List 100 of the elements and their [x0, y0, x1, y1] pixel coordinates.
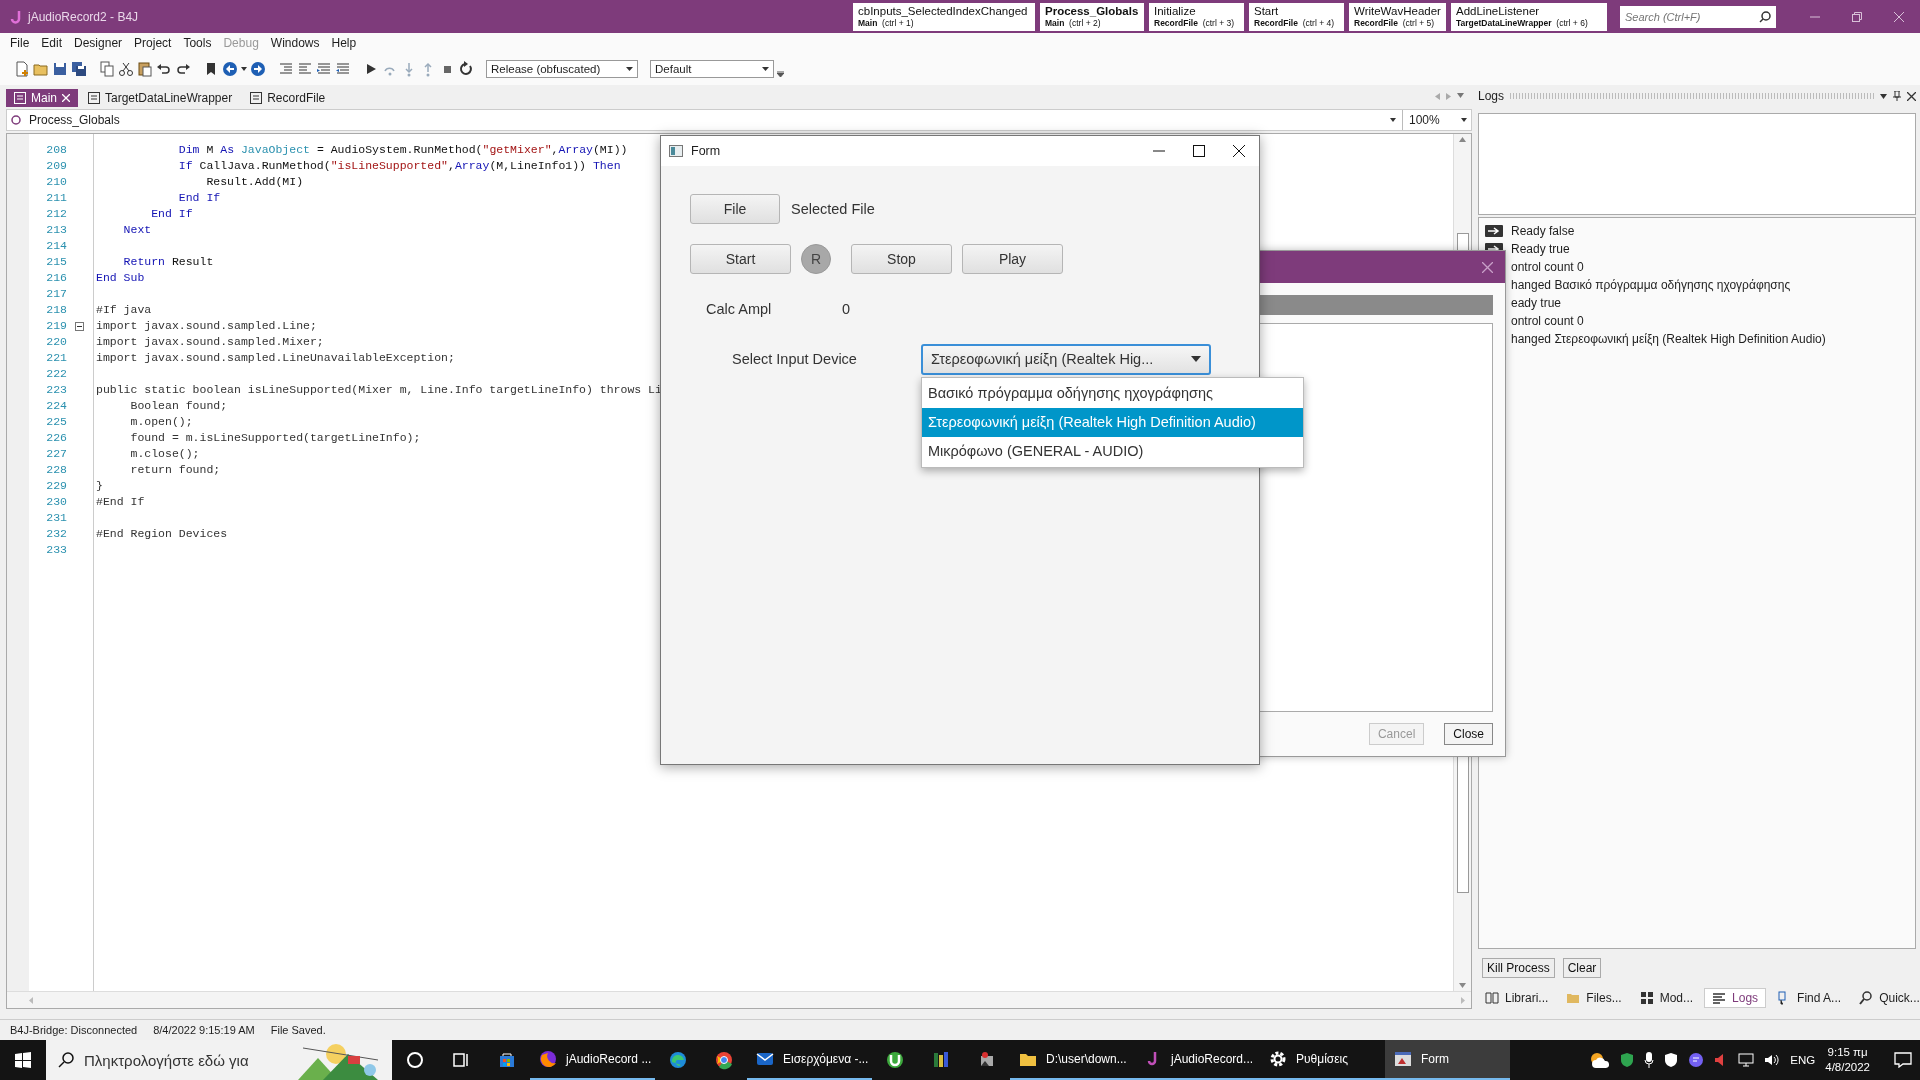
menu-item[interactable]: Tools [177, 36, 218, 50]
redo-icon[interactable] [175, 61, 191, 77]
status-text: B4J-Bridge: Disconnected [10, 1024, 138, 1036]
line-number: 212 [46, 206, 68, 222]
sub-tab[interactable]: cbInputs_SelectedIndexChanged Main (ctrl + 1) [853, 2, 1035, 31]
symbols-dropdown[interactable]: Default [650, 60, 774, 78]
back-icon[interactable] [222, 61, 238, 77]
clock-date[interactable]: 4/8/2022 [1825, 1060, 1870, 1075]
save-icon[interactable] [52, 61, 68, 77]
volume-icon[interactable] [1764, 1053, 1781, 1067]
comment-icon[interactable] [316, 61, 332, 77]
taskbar-button[interactable]: D:\user\down... [1010, 1040, 1135, 1080]
zoom-dropdown[interactable]: 100% [1409, 113, 1471, 127]
line-number: 210 [46, 174, 68, 190]
editor-tab[interactable]: RecordFile [242, 89, 334, 107]
sub-tab[interactable]: Start RecordFile (ctrl + 4) [1249, 2, 1344, 31]
line-number: 228 [46, 462, 68, 478]
cloud-icon[interactable] [1590, 1051, 1611, 1069]
field-label: Select Input Device [732, 351, 857, 367]
cortana-icon[interactable] [405, 1050, 425, 1070]
collapse-icon[interactable] [75, 321, 84, 331]
copy-icon[interactable] [99, 61, 115, 77]
play-button[interactable]: Play [962, 244, 1063, 274]
input-device-dropdown[interactable]: Στερεοφωνική μείξη (Realtek Hig... [921, 343, 1211, 375]
file-button[interactable]: File [690, 194, 780, 224]
taskbar-button[interactable]: jAudioRecord... [1135, 1040, 1260, 1080]
taskbar-button[interactable]: Εισερχόμενα -... [747, 1040, 872, 1080]
overflow-icon[interactable] [777, 71, 784, 77]
stop-button[interactable]: Stop [851, 244, 952, 274]
panel-tab[interactable]: Mod... [1632, 988, 1701, 1008]
menu-item[interactable]: Help [325, 36, 363, 50]
panel-tab[interactable]: Quick... [1852, 988, 1920, 1008]
torrent-icon[interactable] [885, 1050, 905, 1070]
editor-tab[interactable]: TargetDataLineWrapper [80, 89, 241, 107]
line-number: 224 [46, 398, 68, 414]
panel-tab[interactable]: Find A... [1770, 988, 1849, 1008]
caret-icon[interactable] [1880, 93, 1887, 99]
swirl-icon[interactable] [668, 1050, 688, 1070]
status-text: File Saved. [270, 1024, 326, 1036]
code-line: Return Result [122, 254, 214, 270]
sub-tab[interactable]: Initialize RecordFile (ctrl + 3) [1149, 2, 1244, 31]
kill-process-button[interactable]: Kill Process [1482, 958, 1555, 978]
chat-icon[interactable] [1688, 1052, 1705, 1068]
menu-item[interactable]: Windows [264, 36, 326, 50]
books-icon[interactable] [931, 1050, 951, 1070]
clock-time[interactable]: 9:15 πμ [1827, 1045, 1868, 1060]
maximize-icon[interactable] [1193, 145, 1205, 157]
task-view-icon[interactable] [451, 1050, 471, 1070]
sub-icon [11, 115, 21, 125]
indent-icon[interactable] [278, 61, 294, 77]
menu-item[interactable]: Project [128, 36, 178, 50]
caret-icon[interactable] [241, 67, 247, 71]
taskbar-button[interactable]: Form [1385, 1040, 1510, 1080]
menu-item[interactable]: Edit [35, 36, 69, 50]
sub-tab[interactable]: AddLineListener TargetDataLineWrapper (ctrl + 6) [1451, 2, 1607, 31]
cut-icon[interactable] [118, 61, 134, 77]
line-number: 213 [46, 222, 68, 238]
panel-tab[interactable]: Logs [1704, 988, 1767, 1008]
start-button[interactable]: Start [690, 244, 791, 274]
network-icon[interactable] [1738, 1053, 1755, 1067]
book-icon [1485, 991, 1499, 1005]
dropdown-option[interactable]: Βασικό πρόγραμμα οδήγησης ηχογράφησης [922, 379, 1303, 408]
taskbar-button[interactable]: jAudioRecord ... [530, 1040, 655, 1080]
uncomment-icon[interactable] [335, 61, 351, 77]
build-config-dropdown[interactable]: Release (obfuscated) [486, 60, 638, 78]
forward-icon[interactable] [250, 61, 266, 77]
close-button[interactable]: Close [1444, 723, 1493, 745]
search-icon[interactable] [1759, 10, 1771, 23]
close-icon[interactable] [1233, 145, 1245, 157]
store-icon[interactable] [497, 1050, 517, 1070]
sub-selector[interactable]: Process_Globals [11, 110, 1403, 130]
code-line: } [96, 478, 103, 494]
language-indicator[interactable]: ENG [1790, 1054, 1816, 1066]
editor-tab[interactable]: Main [6, 89, 78, 107]
record-button[interactable]: R [801, 244, 831, 274]
menu-item[interactable]: File [4, 36, 36, 50]
sub-tab[interactable]: WriteWavHeader RecordFile (ctrl + 5) [1349, 2, 1446, 31]
outdent-icon[interactable] [297, 61, 313, 77]
menu-item[interactable]: Designer [68, 36, 129, 50]
shield-icon[interactable] [1620, 1052, 1635, 1068]
paste-icon[interactable] [137, 61, 153, 77]
folder-icon[interactable] [33, 61, 49, 77]
pin-icon[interactable] [1893, 91, 1901, 101]
new-file-icon[interactable] [14, 61, 30, 77]
floppy-disks-icon[interactable] [71, 61, 87, 77]
shield-icon[interactable] [1664, 1052, 1679, 1068]
undo-icon[interactable] [156, 61, 172, 77]
circle-icon[interactable] [714, 1050, 734, 1070]
windows-logo-icon [15, 1052, 31, 1068]
dropdown-option[interactable]: Μικρόφωνο (GENERAL - AUDIO) [922, 437, 1303, 466]
sub-tab[interactable]: Process_Globals Main (ctrl + 2) [1040, 2, 1144, 31]
panel-tab[interactable]: Librari... [1478, 988, 1556, 1008]
notification-icon[interactable] [1894, 1052, 1912, 1068]
microphone-icon[interactable] [1644, 1052, 1655, 1068]
close-icon[interactable] [1907, 91, 1916, 101]
restore-icon[interactable] [1852, 11, 1862, 22]
panel-tab[interactable]: Files... [1559, 988, 1629, 1008]
clear-button[interactable]: Clear [1562, 958, 1602, 978]
search-field[interactable]: Search (Ctrl+F) [1620, 5, 1776, 28]
restart-icon[interactable] [458, 61, 474, 77]
